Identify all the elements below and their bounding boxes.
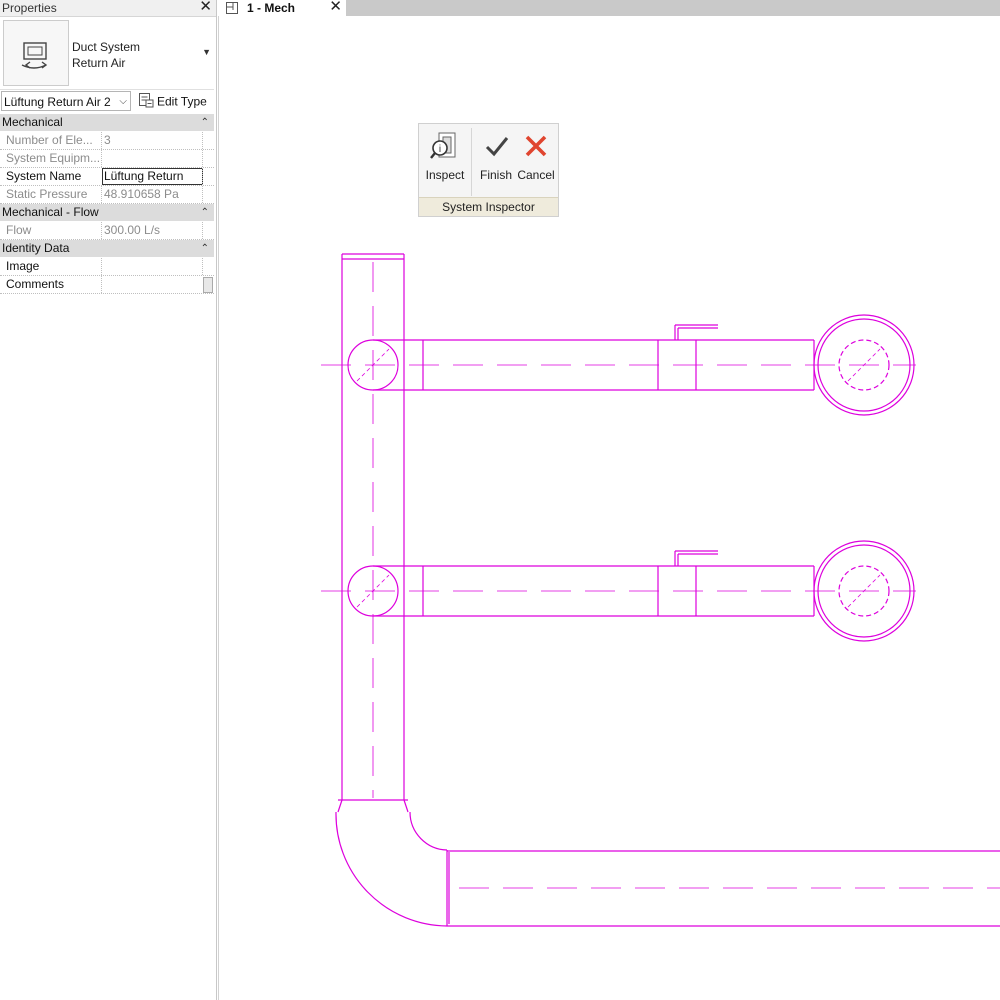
checkmark-icon	[484, 134, 510, 163]
inspect-icon: i	[429, 130, 461, 165]
instance-filter-select[interactable]: Lüftung Return Air 2 ⌵	[1, 91, 131, 111]
row-edge	[202, 258, 213, 275]
tab-1-mech[interactable]: 1 - Mech ✕	[218, 0, 346, 16]
elbow-connector-right	[403, 799, 409, 813]
dropdown-arrow-icon[interactable]: ▼	[202, 47, 211, 57]
edit-type-icon	[138, 92, 154, 113]
property-name: Static Pressure	[6, 187, 88, 201]
instance-filter-value: Lüftung Return Air 2	[4, 95, 111, 109]
property-name: System Name	[6, 169, 82, 183]
drawing-canvas[interactable]	[218, 16, 1000, 1000]
category-mechanical[interactable]: Mechanical ⌃	[0, 114, 214, 132]
red-x-icon	[523, 133, 549, 162]
document-tab-bar: 1 - Mech ✕	[218, 0, 1000, 16]
property-value	[101, 150, 204, 167]
collapse-icon[interactable]: ⌃	[201, 114, 209, 131]
instance-row: Lüftung Return Air 2 ⌵ Edit Type	[0, 90, 214, 114]
category-label: Mechanical - Flow	[2, 205, 99, 219]
edit-type-label: Edit Type	[157, 94, 207, 109]
properties-title-bar: Properties ✕	[0, 0, 216, 17]
type-selector[interactable]: Duct System Return Air ▼	[0, 17, 214, 90]
property-row: Image	[0, 258, 214, 276]
svg-text:i: i	[439, 144, 441, 155]
image-field[interactable]	[101, 258, 204, 275]
row-edge	[202, 186, 213, 203]
type-type-label: Return Air	[72, 56, 126, 70]
row-edge	[202, 150, 213, 167]
row-edge	[202, 222, 213, 239]
close-icon[interactable]: ✕	[199, 0, 212, 15]
type-name: Duct System Return Air	[72, 39, 140, 71]
cancel-button[interactable]: Cancel	[516, 128, 556, 188]
property-row: Static Pressure 48.910658 Pa	[0, 186, 214, 204]
finish-label: Finish	[479, 168, 512, 182]
branch-duct-2	[321, 540, 916, 642]
row-edge	[202, 168, 213, 185]
elbow-inner	[409, 811, 448, 851]
category-identity-data[interactable]: Identity Data ⌃	[0, 240, 214, 258]
finish-button[interactable]: Finish	[476, 128, 516, 188]
property-name: Comments	[6, 277, 65, 291]
system-name-input[interactable]: Lüftung Return	[102, 168, 203, 185]
duct-drawing	[321, 253, 1000, 927]
inspect-label: Inspect	[425, 168, 465, 182]
row-edge	[202, 132, 213, 149]
collapse-icon[interactable]: ⌃	[201, 204, 209, 221]
properties-title: Properties	[2, 1, 57, 15]
category-label: Identity Data	[2, 241, 70, 255]
property-row: System Equipm...	[0, 150, 214, 168]
property-value: 300.00 L/s	[101, 222, 204, 239]
cancel-label: Cancel	[517, 168, 555, 182]
comments-field[interactable]	[101, 276, 204, 293]
system-inspector-panel: i Inspect Finish Cancel System Inspector	[418, 123, 559, 217]
property-name: Image	[6, 259, 40, 273]
property-row: System Name Lüftung Return	[0, 168, 214, 186]
edit-type-button[interactable]: Edit Type	[138, 92, 207, 113]
elbow-outer	[335, 811, 448, 927]
property-value: 48.910658 Pa	[101, 186, 204, 203]
chevron-down-icon: ⌵	[119, 96, 127, 107]
separator	[471, 128, 472, 196]
property-value: 3	[101, 132, 204, 149]
duct-system-icon	[3, 20, 69, 86]
category-mechanical-flow[interactable]: Mechanical - Flow ⌃	[0, 204, 214, 222]
close-icon[interactable]: ✕	[329, 0, 342, 15]
type-family-label: Duct System	[72, 40, 141, 54]
system-inspector-title: System Inspector	[419, 197, 558, 216]
property-row: Number of Ele... 3	[0, 132, 214, 150]
property-name: Number of Ele...	[6, 133, 93, 147]
property-row: Flow 300.00 L/s	[0, 222, 214, 240]
revit-window: Properties ✕ Duct System Return Air ▼ Lü…	[0, 0, 1000, 1000]
elbow-connector-left	[337, 799, 343, 813]
property-name: System Equipm...	[6, 151, 100, 165]
property-row: Comments	[0, 276, 214, 294]
collapse-icon[interactable]: ⌃	[201, 240, 209, 257]
branch-duct-1	[321, 314, 916, 416]
inspect-button[interactable]: i Inspect	[423, 128, 467, 188]
ellipsis-button[interactable]	[203, 277, 213, 293]
tab-label: 1 - Mech	[247, 1, 296, 15]
category-label: Mechanical	[2, 115, 63, 129]
properties-panel: Properties ✕ Duct System Return Air ▼ Lü…	[0, 0, 217, 1000]
property-name: Flow	[6, 223, 32, 237]
properties-grid: Mechanical ⌃ Number of Ele... 3 System E…	[0, 114, 214, 294]
